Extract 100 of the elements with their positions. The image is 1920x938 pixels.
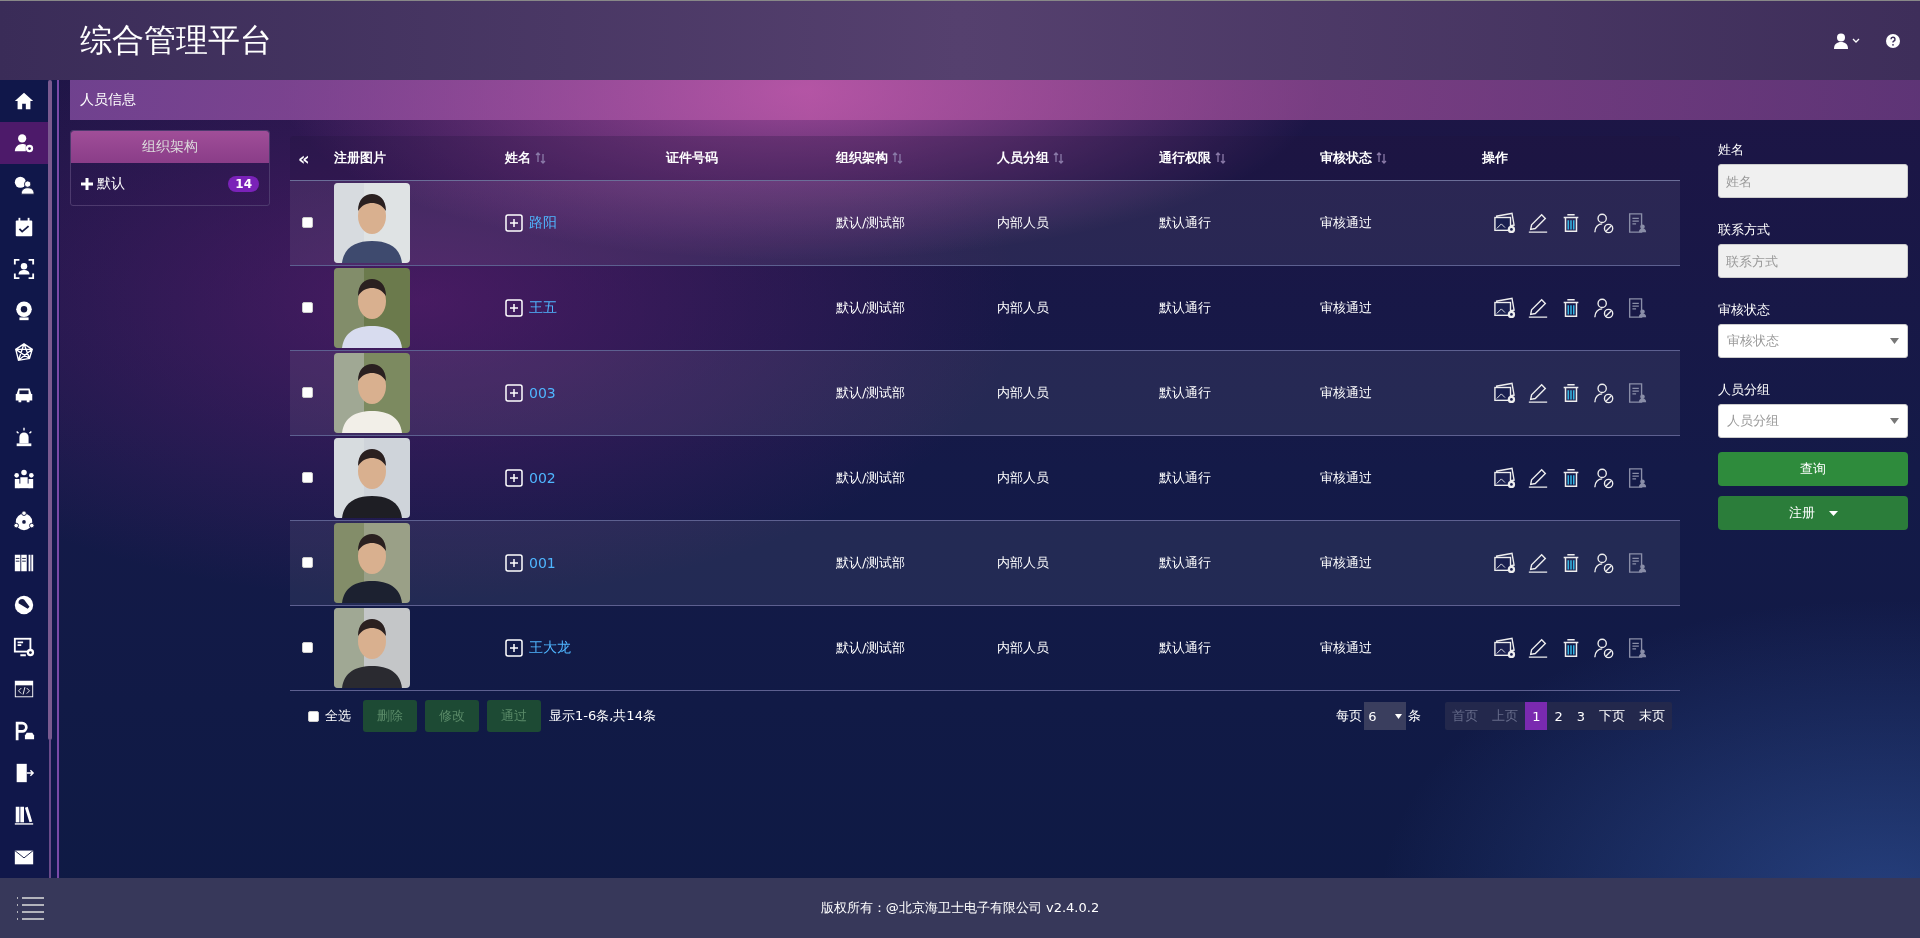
share-icon: [13, 510, 35, 532]
parking-icon: [13, 720, 35, 742]
row-checkbox[interactable]: [302, 217, 313, 228]
page-button[interactable]: 3: [1569, 702, 1592, 730]
sort-icon[interactable]: [892, 152, 903, 164]
user-block-icon[interactable]: [1593, 552, 1615, 574]
user-block-icon[interactable]: [1593, 382, 1615, 404]
name-link[interactable]: 王五: [529, 299, 557, 317]
pencil-icon[interactable]: [1527, 552, 1549, 574]
column-header[interactable]: 组织架构: [836, 149, 888, 167]
record-summary: 显示1-6条,共14条: [549, 707, 657, 725]
field-label: 审核状态: [1718, 301, 1771, 319]
document-user-icon[interactable]: [1626, 382, 1648, 404]
input-field[interactable]: 姓名: [1718, 164, 1908, 198]
column-header[interactable]: 通行权限: [1159, 149, 1211, 167]
books-icon: [13, 804, 35, 826]
column-header[interactable]: 姓名: [505, 149, 531, 167]
user-block-icon[interactable]: [1593, 297, 1615, 319]
expand-row-icon[interactable]: [505, 384, 523, 402]
calendar-check-icon: [13, 216, 35, 238]
document-user-icon[interactable]: [1626, 552, 1648, 574]
table-cell: 审核通过: [1320, 555, 1372, 570]
tree-item[interactable]: 默认: [97, 175, 225, 193]
monitor-gear-icon: [13, 636, 35, 658]
pencil-icon[interactable]: [1527, 212, 1549, 234]
help-icon[interactable]: [1886, 33, 1900, 48]
copyright-text: 版权所有：@北京海卫士电子有限公司 v2.4.0.2: [819, 899, 1101, 917]
pencil-icon[interactable]: [1527, 382, 1549, 404]
expand-row-icon[interactable]: [505, 639, 523, 657]
input-field[interactable]: 联系方式: [1718, 244, 1908, 278]
expand-row-icon[interactable]: [505, 469, 523, 487]
expand-row-icon[interactable]: [505, 299, 523, 317]
picture-add-icon[interactable]: [1494, 552, 1516, 574]
document-user-icon[interactable]: [1626, 467, 1648, 489]
name-link[interactable]: 003: [529, 385, 556, 401]
picture-add-icon[interactable]: [1494, 382, 1516, 404]
table-cell: 审核通过: [1320, 215, 1372, 230]
name-link[interactable]: 路阳: [529, 214, 557, 232]
select-all-label[interactable]: 全选: [325, 707, 351, 725]
document-user-icon[interactable]: [1626, 297, 1648, 319]
user-block-icon[interactable]: [1593, 467, 1615, 489]
table-cell: 审核通过: [1320, 385, 1372, 400]
page-button[interactable]: 下页: [1592, 702, 1632, 730]
picture-add-icon[interactable]: [1494, 467, 1516, 489]
meeting-icon: [13, 468, 35, 490]
menu-icon[interactable]: [16, 896, 44, 920]
table-cell: 默认通行: [1159, 470, 1211, 485]
pencil-icon[interactable]: [1527, 297, 1549, 319]
table-cell: 内部人员: [997, 385, 1049, 400]
plus-icon[interactable]: [81, 178, 93, 190]
page-size-unit: 条: [1408, 707, 1422, 725]
table-cell: 默认/测试部: [836, 555, 906, 570]
page-button[interactable]: 1: [1525, 702, 1548, 730]
picture-add-icon[interactable]: [1494, 212, 1516, 234]
document-user-icon[interactable]: [1626, 212, 1648, 234]
page-button[interactable]: 末页: [1632, 702, 1672, 730]
collapse-toggle[interactable]: «: [298, 147, 310, 169]
row-checkbox[interactable]: [302, 387, 313, 398]
document-user-icon[interactable]: [1626, 637, 1648, 659]
select-all-checkbox[interactable]: [308, 710, 319, 722]
face-scan-icon: [13, 258, 35, 280]
query-button[interactable]: 查询: [1718, 452, 1908, 486]
network-icon: [13, 342, 35, 364]
row-checkbox[interactable]: [302, 302, 313, 313]
table-cell: 默认/测试部: [836, 640, 906, 655]
row-checkbox[interactable]: [302, 557, 313, 568]
page-size-select[interactable]: 6: [1364, 702, 1407, 730]
picture-add-icon[interactable]: [1494, 297, 1516, 319]
disc-icon: [13, 594, 35, 616]
row-checkbox[interactable]: [302, 642, 313, 653]
caret-icon: [1828, 510, 1838, 516]
picture-add-icon[interactable]: [1494, 637, 1516, 659]
user-block-icon[interactable]: [1593, 212, 1615, 234]
user-gear-icon: [13, 132, 35, 154]
column-header[interactable]: 人员分组: [997, 149, 1049, 167]
name-link[interactable]: 王大龙: [529, 639, 571, 657]
name-link[interactable]: 002: [529, 470, 556, 486]
sidebar-item[interactable]: [0, 122, 48, 164]
count-badge: 14: [228, 176, 259, 192]
pencil-icon[interactable]: [1527, 467, 1549, 489]
row-checkbox[interactable]: [302, 472, 313, 483]
register-dropdown[interactable]: 注册: [1718, 496, 1908, 530]
page-button[interactable]: 2: [1547, 702, 1570, 730]
column-header[interactable]: 审核状态: [1320, 149, 1372, 167]
caret-icon: [1890, 418, 1899, 424]
name-link[interactable]: 001: [529, 555, 556, 571]
sort-icon[interactable]: [535, 152, 546, 164]
column-header: 操作: [1482, 149, 1508, 167]
user-menu-icon[interactable]: [1834, 32, 1860, 49]
users-chat-icon: [13, 174, 35, 196]
expand-row-icon[interactable]: [505, 214, 523, 232]
field-label: 人员分组: [1718, 381, 1771, 399]
pencil-icon[interactable]: [1527, 637, 1549, 659]
sort-icon[interactable]: [1376, 152, 1387, 164]
user-block-icon[interactable]: [1593, 637, 1615, 659]
sort-icon[interactable]: [1053, 152, 1064, 164]
column-header: 注册图片: [334, 149, 386, 167]
sort-icon[interactable]: [1215, 152, 1226, 164]
expand-row-icon[interactable]: [505, 554, 523, 572]
table-cell: 默认通行: [1159, 215, 1211, 230]
